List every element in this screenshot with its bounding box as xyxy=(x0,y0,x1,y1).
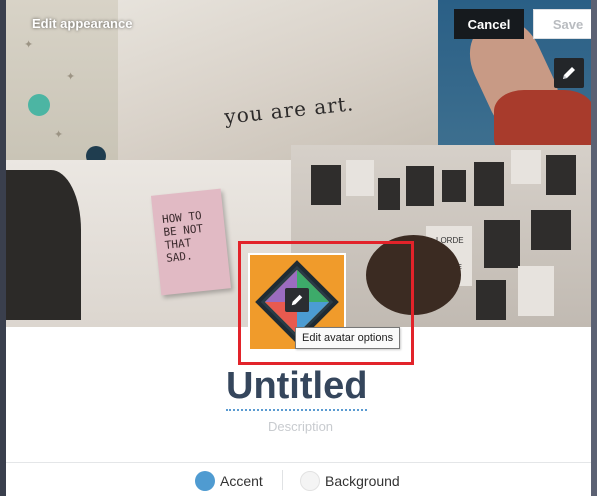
background-color-swatch[interactable] xyxy=(300,471,320,491)
description-field[interactable]: Description xyxy=(268,419,333,434)
star-doodle: ✦ xyxy=(54,129,64,141)
planet-doodle xyxy=(28,94,50,116)
pencil-icon xyxy=(563,67,575,79)
collage-card xyxy=(406,166,434,206)
separator xyxy=(282,470,283,490)
divider xyxy=(6,462,591,463)
collage-card xyxy=(378,178,400,210)
cancel-button[interactable]: Cancel xyxy=(454,9,524,39)
collage-card xyxy=(474,162,504,206)
collage-card xyxy=(311,165,341,205)
star-doodle: ✦ xyxy=(66,71,76,83)
accent-color-swatch[interactable] xyxy=(195,471,215,491)
collage-card xyxy=(484,220,520,268)
background-label[interactable]: Background xyxy=(325,473,400,489)
accent-label[interactable]: Accent xyxy=(220,473,263,489)
right-window-edge xyxy=(591,0,597,496)
collage-card xyxy=(346,160,374,196)
collage-card xyxy=(476,280,506,320)
collage-card xyxy=(531,210,571,250)
highlight-box xyxy=(238,241,414,365)
panel-title: Edit appearance xyxy=(32,16,133,31)
blog-title[interactable]: Untitled xyxy=(226,365,368,411)
header-image-tile xyxy=(118,0,438,160)
collage-card xyxy=(442,170,466,202)
book-text: HOW TO BE NOT THAT SAD. xyxy=(161,209,204,265)
collage-card xyxy=(518,266,554,316)
dark-shape xyxy=(6,170,81,320)
collage-card xyxy=(546,155,576,195)
save-button[interactable]: Save xyxy=(533,9,591,39)
collage-card xyxy=(511,150,541,184)
edit-header-image-button[interactable] xyxy=(554,58,584,88)
star-doodle: ✦ xyxy=(24,39,34,51)
